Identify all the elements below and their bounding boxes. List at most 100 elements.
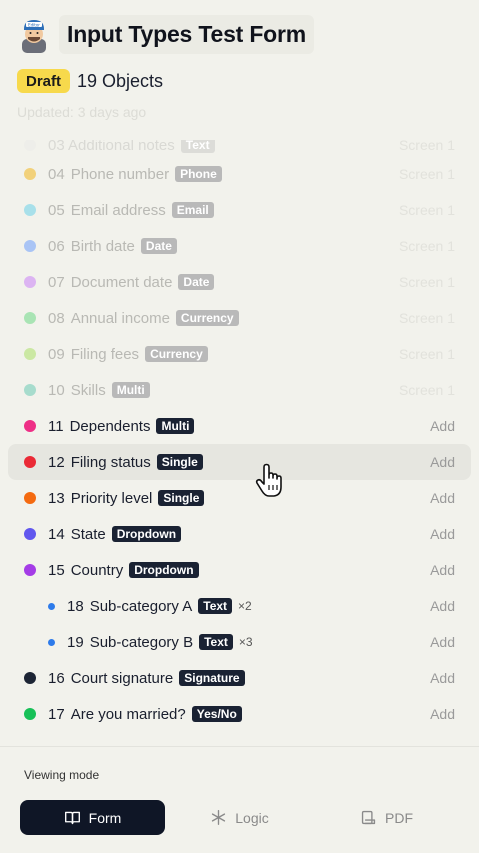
list-item[interactable]: 17 Are you married? Yes/No Add: [8, 696, 471, 732]
color-dot: [24, 420, 36, 432]
item-label: Are you married?: [70, 705, 186, 723]
color-dot: [24, 564, 36, 576]
item-number: 05: [48, 201, 65, 219]
add-button[interactable]: Add: [430, 706, 455, 722]
color-dot: [48, 638, 55, 646]
list-item[interactable]: 19 Sub-category B Text ×3 Add: [8, 624, 471, 660]
item-label: Filing fees: [70, 345, 140, 363]
list-item[interactable]: 09 Filing fees Currency Screen 1: [8, 336, 471, 372]
screen-label: Screen 1: [398, 202, 455, 218]
item-number: 17: [48, 705, 65, 723]
color-dot: [24, 240, 36, 252]
list-item[interactable]: 05 Email address Email Screen 1: [8, 192, 471, 228]
screen-label: Screen 1: [398, 346, 455, 362]
asterisk-icon: [212, 810, 226, 825]
item-label: Phone number: [70, 165, 170, 183]
item-label: Country: [70, 561, 124, 579]
item-label: Court signature: [70, 669, 174, 687]
item-label: 03 Additional notes: [48, 140, 175, 154]
multiplier: ×3: [238, 635, 253, 649]
add-button[interactable]: Add: [430, 562, 455, 578]
list-item[interactable]: 11 Dependents Multi Add: [8, 408, 471, 444]
item-label: State: [70, 525, 106, 543]
color-dot: [24, 456, 36, 468]
type-tag: Date: [140, 238, 177, 254]
type-tag: Phone: [175, 166, 222, 182]
mode-logic-label: Logic: [235, 809, 269, 826]
list-item[interactable]: 06 Birth date Date Screen 1: [8, 228, 471, 264]
color-dot: [24, 312, 36, 324]
multiplier: ×2: [238, 599, 252, 613]
item-label: Dependents: [69, 417, 151, 435]
screen-label: Screen 1: [398, 140, 455, 153]
item-number: 19: [67, 633, 84, 651]
add-button[interactable]: Add: [430, 490, 455, 506]
add-button[interactable]: Add: [430, 598, 455, 614]
type-tag: Single: [158, 490, 205, 506]
item-number: 13: [48, 489, 65, 507]
type-tag: Dropdown: [129, 562, 199, 578]
screen-label: Screen 1: [398, 382, 455, 398]
color-dot: [24, 204, 36, 216]
item-number: 09: [48, 345, 65, 363]
type-tag: Signature: [179, 670, 245, 686]
color-dot: [24, 492, 36, 504]
list-item[interactable]: 08 Annual income Currency Screen 1: [8, 300, 471, 336]
list-item[interactable]: 13 Priority level Single Add: [8, 480, 471, 516]
updated-timestamp: Updated: 3 days ago: [17, 104, 147, 120]
object-count: 19 Objects: [77, 71, 164, 91]
add-button[interactable]: Add: [430, 670, 455, 686]
mode-logic-button[interactable]: Logic: [167, 800, 312, 835]
item-label: Filing status: [70, 453, 151, 471]
type-tag: Multi: [111, 382, 150, 398]
item-number: 08: [48, 309, 65, 327]
avatar-badge-text: Editor: [28, 22, 40, 27]
add-button[interactable]: Add: [430, 454, 455, 470]
mode-form-button[interactable]: Form: [20, 800, 165, 835]
list-item[interactable]: 18 Sub-category A Text ×2 Add: [8, 588, 471, 624]
avatar-icon: Editor: [22, 20, 46, 53]
form-title-box[interactable]: Input Types Test Form: [59, 15, 315, 54]
type-tag: Date: [178, 274, 215, 290]
type-tag: Text: [198, 598, 233, 614]
viewing-mode-label: Viewing mode: [24, 768, 100, 782]
item-number: 04: [48, 165, 65, 183]
list-item[interactable]: 12 Filing status Single Add: [8, 444, 471, 480]
item-label: Document date: [70, 273, 173, 291]
list-item[interactable]: 15 Country Dropdown Add: [8, 552, 471, 588]
add-button[interactable]: Add: [430, 634, 455, 650]
list-item[interactable]: 10 Skills Multi Screen 1: [8, 372, 471, 408]
item-number: 10: [48, 381, 65, 399]
item-number: 18: [67, 597, 84, 615]
item-number: 06: [48, 237, 65, 255]
mode-pdf-button[interactable]: PDF: [314, 800, 459, 835]
add-button[interactable]: Add: [430, 526, 455, 542]
color-dot: [24, 348, 36, 360]
color-dot: [48, 602, 55, 610]
type-tag: Single: [156, 454, 203, 470]
item-number: 16: [48, 669, 65, 687]
type-tag: Text: [180, 140, 215, 153]
type-tag: Multi: [156, 418, 195, 434]
list-item[interactable]: 16 Court signature Signature Add: [8, 660, 471, 696]
color-dot: [24, 168, 36, 180]
item-label: Sub-category B: [89, 633, 194, 651]
color-dot: [24, 384, 36, 396]
add-button[interactable]: Add: [430, 418, 455, 434]
item-number: 14: [48, 525, 65, 543]
list-item[interactable]: 14 State Dropdown Add: [8, 516, 471, 552]
screen-label: Screen 1: [398, 238, 455, 254]
screen-label: Screen 1: [398, 274, 455, 290]
avatar[interactable]: Editor: [18, 17, 50, 53]
type-tag: Yes/No: [191, 706, 242, 722]
item-label: Priority level: [70, 489, 153, 507]
mode-form-label: Form: [88, 809, 122, 826]
object-list[interactable]: 03 Additional notes Text Screen 1 04 Phon…: [0, 140, 479, 745]
list-item[interactable]: 07 Document date Date Screen 1: [8, 264, 471, 300]
screen-label: Screen 1: [398, 310, 455, 326]
color-dot: [24, 140, 36, 151]
page-title[interactable]: Input Types Test Form: [67, 21, 306, 48]
list-item[interactable]: 04 Phone number Phone Screen 1: [8, 156, 471, 192]
item-label: Sub-category A: [89, 597, 193, 615]
status-badge: Draft: [17, 69, 71, 93]
